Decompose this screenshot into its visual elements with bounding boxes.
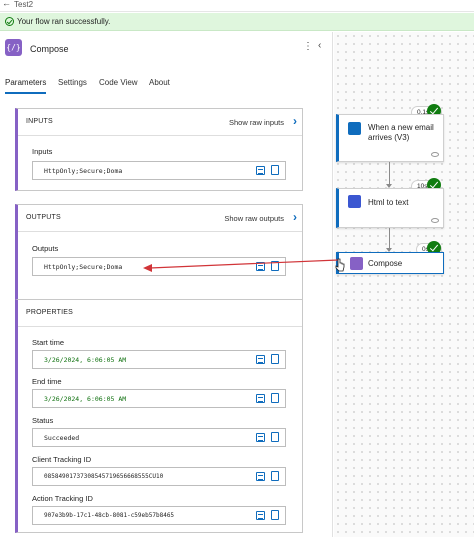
status-field[interactable]: Succeeded (32, 428, 286, 447)
flow-title: Test2 (14, 0, 34, 9)
tab-parameters[interactable]: Parameters (5, 76, 47, 94)
more-options-icon[interactable]: ⋮ (303, 41, 313, 52)
outputs-value: HttpOnly;Secure;Doma (44, 263, 123, 271)
copy-icon[interactable] (269, 354, 279, 367)
view-value-icon[interactable] (256, 433, 265, 442)
start-time-field[interactable]: 3/26/2024, 6:06:05 AM (32, 350, 286, 369)
panel-header: {/} Compose ⋮ ‹ (0, 32, 333, 66)
flow-node-email-trigger[interactable]: When a new email arrives (V3) (336, 114, 444, 162)
inputs-field[interactable]: HttpOnly;Secure;Doma (32, 161, 286, 180)
properties-header-label: PROPERTIES (26, 309, 73, 316)
chevron-right-icon[interactable]: › (293, 210, 297, 224)
title-bar: ← Test2 (0, 0, 474, 12)
node-label: Html to text (368, 198, 409, 207)
eye-icon[interactable] (431, 218, 439, 223)
success-check-icon (5, 17, 14, 26)
html-to-text-icon (348, 195, 361, 208)
view-value-icon[interactable] (256, 355, 265, 364)
copy-icon[interactable] (269, 165, 279, 178)
outlook-icon (348, 122, 361, 135)
client-tracking-id-label: Client Tracking ID (32, 455, 92, 464)
inputs-card-header[interactable]: INPUTS Show raw inputs › (18, 109, 302, 136)
status-label: Status (32, 416, 54, 425)
back-arrow-icon[interactable]: ← (2, 0, 11, 8)
copy-icon[interactable] (269, 471, 279, 484)
inputs-card: INPUTS Show raw inputs › Inputs HttpOnly… (15, 108, 303, 191)
action-tracking-id-field[interactable]: 907e3b9b-17c1-48cb-8081-c59eb57b8465 (32, 506, 286, 525)
show-raw-inputs-link[interactable]: Show raw inputs (229, 118, 284, 127)
client-tracking-id-value: 08584901737308545719656668555CU10 (44, 473, 164, 480)
connector-line (389, 228, 390, 250)
flow-node-html-to-text[interactable]: Html to text (336, 188, 444, 228)
view-value-icon[interactable] (256, 394, 265, 403)
properties-card: PROPERTIES Start time 3/26/2024, 6:06:05… (15, 299, 303, 533)
connector-line (389, 162, 390, 186)
compose-icon (350, 257, 363, 270)
inputs-header-label: INPUTS (26, 118, 53, 125)
collapse-panel-icon[interactable]: ‹ (318, 40, 321, 51)
tab-code-view[interactable]: Code View (99, 76, 138, 94)
client-tracking-id-field[interactable]: 08584901737308545719656668555CU10 (32, 467, 286, 486)
copy-icon[interactable] (269, 261, 279, 274)
action-tracking-id-value: 907e3b9b-17c1-48cb-8081-c59eb57b8465 (44, 512, 175, 519)
view-value-icon[interactable] (256, 262, 265, 271)
show-raw-outputs-link[interactable]: Show raw outputs (224, 214, 284, 223)
properties-card-header: PROPERTIES (18, 300, 302, 327)
outputs-header-label: OUTPUTS (26, 214, 61, 221)
inputs-value: HttpOnly;Secure;Doma (44, 167, 123, 175)
node-label: Compose (368, 259, 403, 268)
panel-tabs: Parameters Settings Code View About (0, 76, 333, 94)
success-banner: Your flow ran successfully. (0, 13, 474, 31)
end-time-label: End time (32, 377, 62, 386)
node-label: When a new email arrives (V3) (368, 123, 434, 142)
inputs-field-label: Inputs (32, 147, 53, 156)
end-time-value: 3/26/2024, 6:06:05 AM (44, 395, 127, 403)
copy-icon[interactable] (269, 393, 279, 406)
flow-node-compose[interactable]: Compose (336, 252, 444, 274)
tab-settings[interactable]: Settings (58, 76, 87, 94)
outputs-field-label: Outputs (32, 244, 59, 253)
tab-about[interactable]: About (149, 76, 170, 94)
panel-title: Compose (30, 44, 69, 54)
view-value-icon[interactable] (256, 472, 265, 481)
action-tracking-id-label: Action Tracking ID (32, 494, 93, 503)
chevron-right-icon[interactable]: › (293, 114, 297, 128)
success-message: Your flow ran successfully. (17, 17, 111, 26)
view-value-icon[interactable] (256, 166, 265, 175)
view-value-icon[interactable] (256, 511, 265, 520)
eye-icon[interactable] (431, 152, 439, 157)
copy-icon[interactable] (269, 432, 279, 445)
mouse-cursor-icon (335, 258, 345, 272)
start-time-label: Start time (32, 338, 65, 347)
end-time-field[interactable]: 3/26/2024, 6:06:05 AM (32, 389, 286, 408)
copy-icon[interactable] (269, 510, 279, 523)
start-time-value: 3/26/2024, 6:06:05 AM (44, 356, 127, 364)
status-value: Succeeded (44, 434, 80, 442)
action-details-panel: {/} Compose ⋮ ‹ Parameters Settings Code… (0, 32, 333, 537)
flow-canvas[interactable]: 0.1s When a new email arrives (V3) 10s Ht… (334, 32, 474, 537)
outputs-field[interactable]: HttpOnly;Secure;Doma (32, 257, 286, 276)
compose-icon: {/} (5, 39, 22, 56)
outputs-card-header[interactable]: OUTPUTS Show raw outputs › (18, 205, 302, 232)
